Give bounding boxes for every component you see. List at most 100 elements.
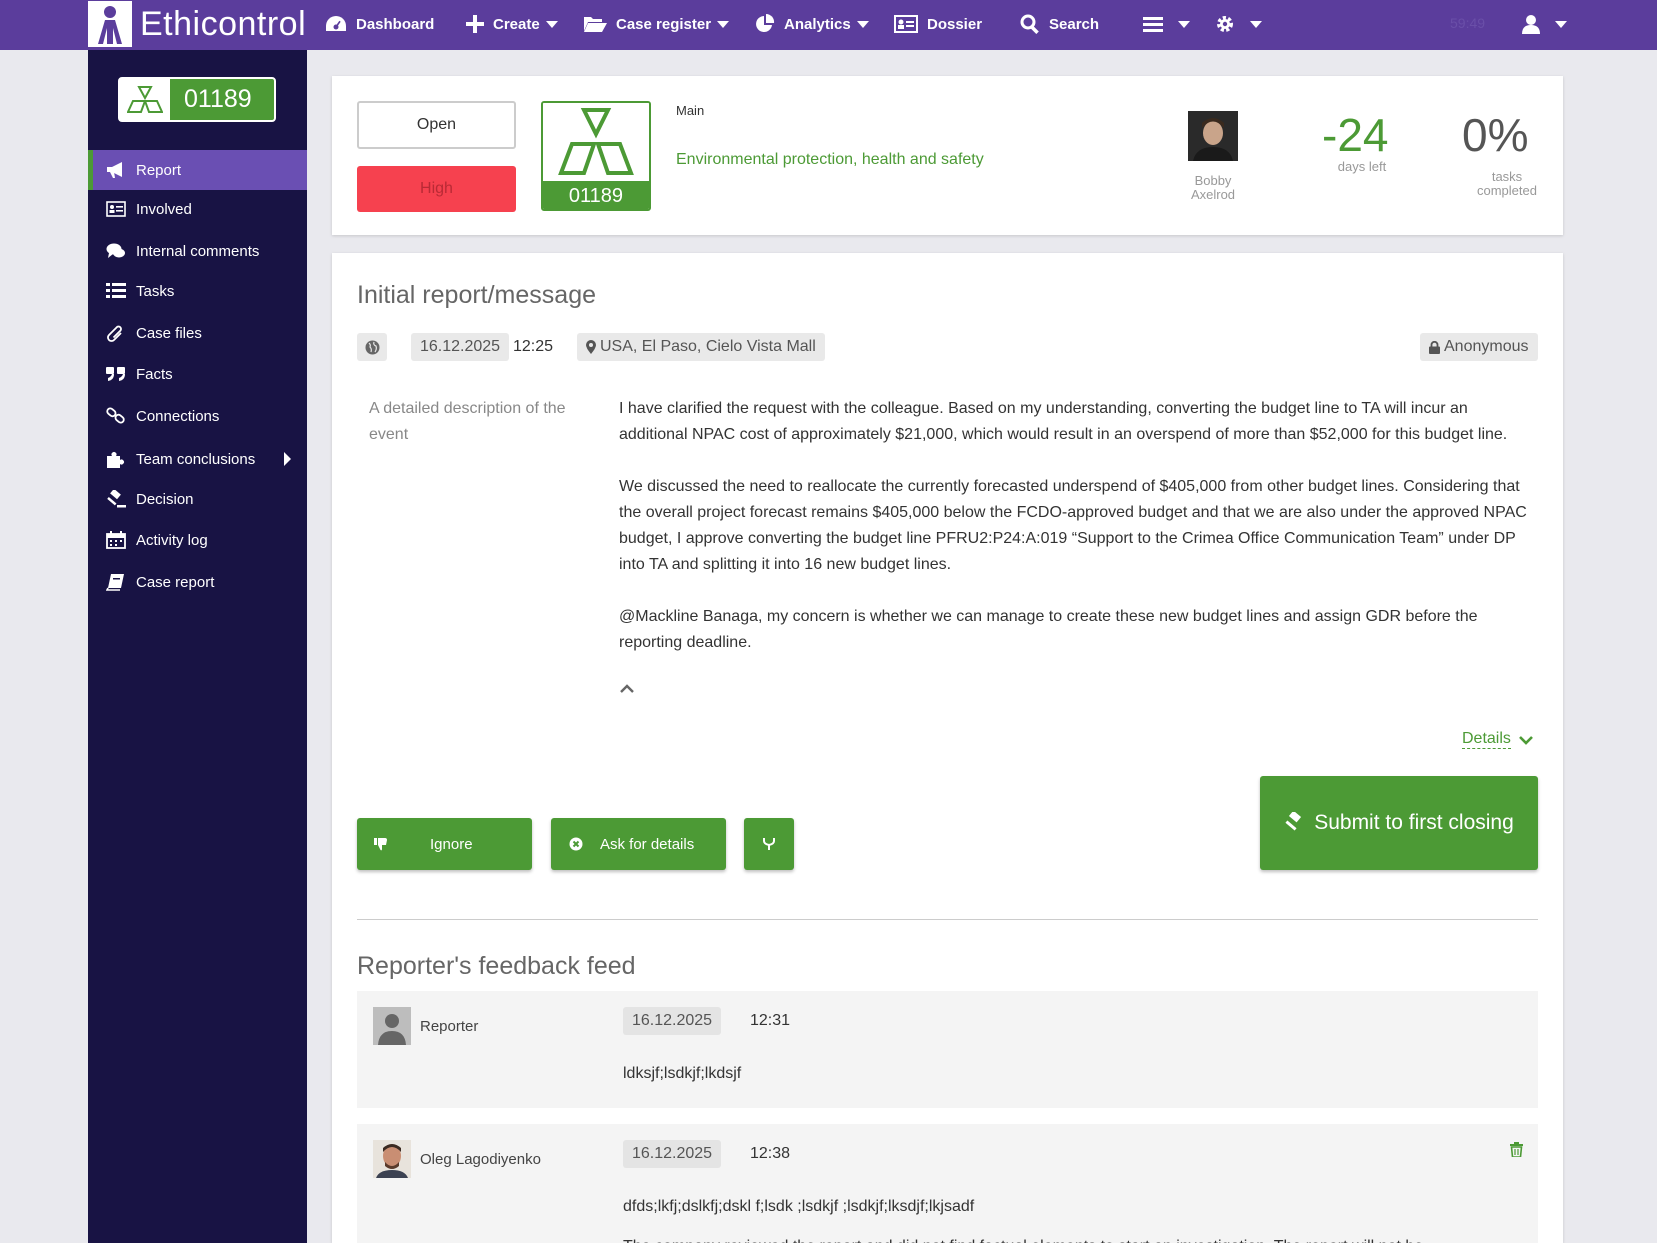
tasks-completed-label: tasks completed bbox=[1477, 169, 1537, 198]
nav-settings[interactable] bbox=[1215, 0, 1262, 48]
sidebar-item-facts[interactable]: Facts bbox=[88, 354, 307, 394]
feed-date: 16.12.2025 bbox=[623, 1140, 722, 1168]
sidebar-item-label: Involved bbox=[136, 200, 192, 218]
sidebar-item-activity-log[interactable]: Activity log bbox=[88, 520, 307, 560]
description-paragraph: I have clarified the request with the co… bbox=[619, 400, 1508, 443]
megaphone-icon bbox=[107, 162, 122, 178]
quote-icon bbox=[106, 367, 125, 381]
feed-date: 16.12.2025 bbox=[623, 1007, 722, 1035]
chevron-down-icon bbox=[1250, 20, 1262, 28]
nav-dashboard[interactable]: Dashboard bbox=[325, 0, 434, 48]
sidebar-item-involved[interactable]: Involved bbox=[88, 189, 307, 229]
case-number-badge: 01189 bbox=[118, 77, 276, 122]
folder-open-icon bbox=[584, 17, 607, 32]
description-paragraph: @Mackline Banaga, my concern is whether … bbox=[619, 608, 1478, 651]
nav-menu[interactable] bbox=[1143, 0, 1190, 48]
sidebar-item-internal-comments[interactable]: Internal comments bbox=[88, 231, 307, 271]
nav-analytics[interactable]: Analytics bbox=[755, 0, 869, 48]
sidebar-item-case-report[interactable]: Case report bbox=[88, 562, 307, 602]
report-date: 16.12.2025 bbox=[411, 333, 510, 361]
nav-case-register[interactable]: Case register bbox=[583, 0, 730, 48]
times-circle-icon bbox=[569, 837, 583, 851]
sidebar-item-tasks[interactable]: Tasks bbox=[88, 271, 307, 311]
brand-logo[interactable]: Ethicontrol bbox=[88, 0, 306, 48]
chevron-up-icon[interactable] bbox=[619, 682, 635, 694]
nav-user[interactable] bbox=[1522, 0, 1567, 48]
report-panel: Initial report/message 16.12.2025 12:25 … bbox=[332, 253, 1563, 1243]
merge-icon bbox=[763, 838, 775, 850]
sidebar-item-connections[interactable]: Connections bbox=[88, 396, 307, 436]
nav-analytics-label: Analytics bbox=[784, 15, 851, 33]
details-toggle[interactable]: Details bbox=[1462, 730, 1533, 749]
nav-search-label: Search bbox=[1049, 15, 1100, 33]
nav-dossier-label: Dossier bbox=[927, 15, 983, 33]
feed-entry: Oleg Lagodiyenko 16.12.2025 12:38 dfds;l… bbox=[357, 1124, 1538, 1243]
brand-logo-icon bbox=[88, 1, 132, 47]
anonymity-text: Anonymous bbox=[1444, 338, 1529, 355]
merge-button[interactable] bbox=[744, 818, 794, 870]
case-header: Open High 01189 Main Environmental prote… bbox=[332, 76, 1563, 235]
chevron-right-icon bbox=[284, 452, 291, 466]
list-icon bbox=[106, 283, 126, 298]
user-icon bbox=[1522, 15, 1540, 34]
days-left-value: -24 bbox=[1322, 109, 1389, 161]
avatar bbox=[373, 1007, 411, 1045]
details-label: Details bbox=[1462, 730, 1511, 749]
sidebar-item-label: Report bbox=[136, 161, 182, 179]
submit-to-first-closing-button[interactable]: Submit to first closing bbox=[1260, 776, 1538, 870]
lock-icon bbox=[1429, 340, 1440, 354]
feed-author: Reporter bbox=[420, 1018, 479, 1035]
category-value[interactable]: Environmental protection, health and saf… bbox=[676, 151, 984, 169]
nav-create[interactable]: Create bbox=[466, 0, 558, 48]
nav-case-register-label: Case register bbox=[616, 15, 712, 33]
anonymity-badge: Anonymous bbox=[1420, 333, 1538, 361]
sidebar-item-label: Activity log bbox=[136, 531, 208, 549]
ignore-label: Ignore bbox=[430, 835, 473, 853]
gavel-icon bbox=[1285, 812, 1302, 831]
plus-icon bbox=[466, 15, 484, 33]
case-number: 01189 bbox=[543, 181, 649, 209]
trash-icon[interactable] bbox=[1510, 1142, 1523, 1157]
paperclip-icon bbox=[107, 325, 122, 342]
nav-dossier[interactable]: Dossier bbox=[894, 0, 982, 48]
case-number-card[interactable]: 01189 bbox=[541, 101, 651, 211]
chevron-down-icon bbox=[856, 20, 869, 28]
description-paragraph: We discussed the need to reallocate the … bbox=[619, 478, 1527, 573]
description-text: I have clarified the request with the co… bbox=[619, 396, 1529, 656]
assignee-avatar[interactable] bbox=[1188, 111, 1238, 161]
calendar-icon bbox=[106, 531, 126, 549]
gear-icon bbox=[1217, 16, 1233, 32]
chevron-down-icon bbox=[1555, 20, 1567, 28]
id-card-icon bbox=[106, 201, 126, 217]
feed-message-line: dfds;lkfj;dslkfj;dskl f;lsdk ;lsdkjf ;ls… bbox=[623, 1198, 975, 1215]
ask-for-details-button[interactable]: Ask for details bbox=[551, 818, 726, 870]
sidebar-item-label: Facts bbox=[136, 365, 173, 383]
pie-chart-icon bbox=[756, 14, 775, 32]
nav-search[interactable]: Search bbox=[1020, 0, 1099, 48]
status-dropdown[interactable]: Open bbox=[357, 101, 516, 149]
search-icon bbox=[1020, 14, 1039, 34]
sidebar-item-report[interactable]: Report bbox=[88, 150, 307, 190]
submit-label: Submit to first closing bbox=[1314, 811, 1514, 834]
avatar bbox=[373, 1140, 411, 1178]
ignore-button[interactable]: Ignore bbox=[357, 818, 532, 870]
category-label: Main bbox=[676, 103, 705, 118]
feed-message: ldksjf;lsdkjf;lkdsjf bbox=[623, 1065, 742, 1082]
description-label: A detailed description of the event bbox=[369, 400, 566, 443]
session-timer: 59:49 bbox=[1450, 15, 1486, 31]
sidebar-item-label: Internal comments bbox=[136, 242, 260, 260]
feed-message-line: The company reviewed the report and did … bbox=[623, 1227, 1503, 1243]
assignee-name: Bobby Axelrod bbox=[1190, 173, 1236, 202]
sidebar-item-team-conclusions[interactable]: Team conclusions bbox=[88, 439, 307, 479]
sidebar-item-label: Tasks bbox=[136, 282, 175, 300]
book-icon bbox=[106, 574, 124, 591]
feed-time: 12:38 bbox=[750, 1145, 791, 1162]
puzzle-icon bbox=[107, 452, 124, 468]
priority-dropdown[interactable]: High bbox=[357, 166, 516, 212]
report-location: USA, El Paso, Cielo Vista Mall bbox=[577, 333, 825, 361]
report-time: 12:25 bbox=[513, 338, 554, 355]
sidebar-item-decision[interactable]: Decision bbox=[88, 479, 307, 519]
sidebar: 01189 Report Involved Internal comments … bbox=[88, 50, 307, 1243]
sidebar-item-case-files[interactable]: Case files bbox=[88, 313, 307, 353]
sidebar-item-label: Team conclusions bbox=[136, 450, 256, 468]
